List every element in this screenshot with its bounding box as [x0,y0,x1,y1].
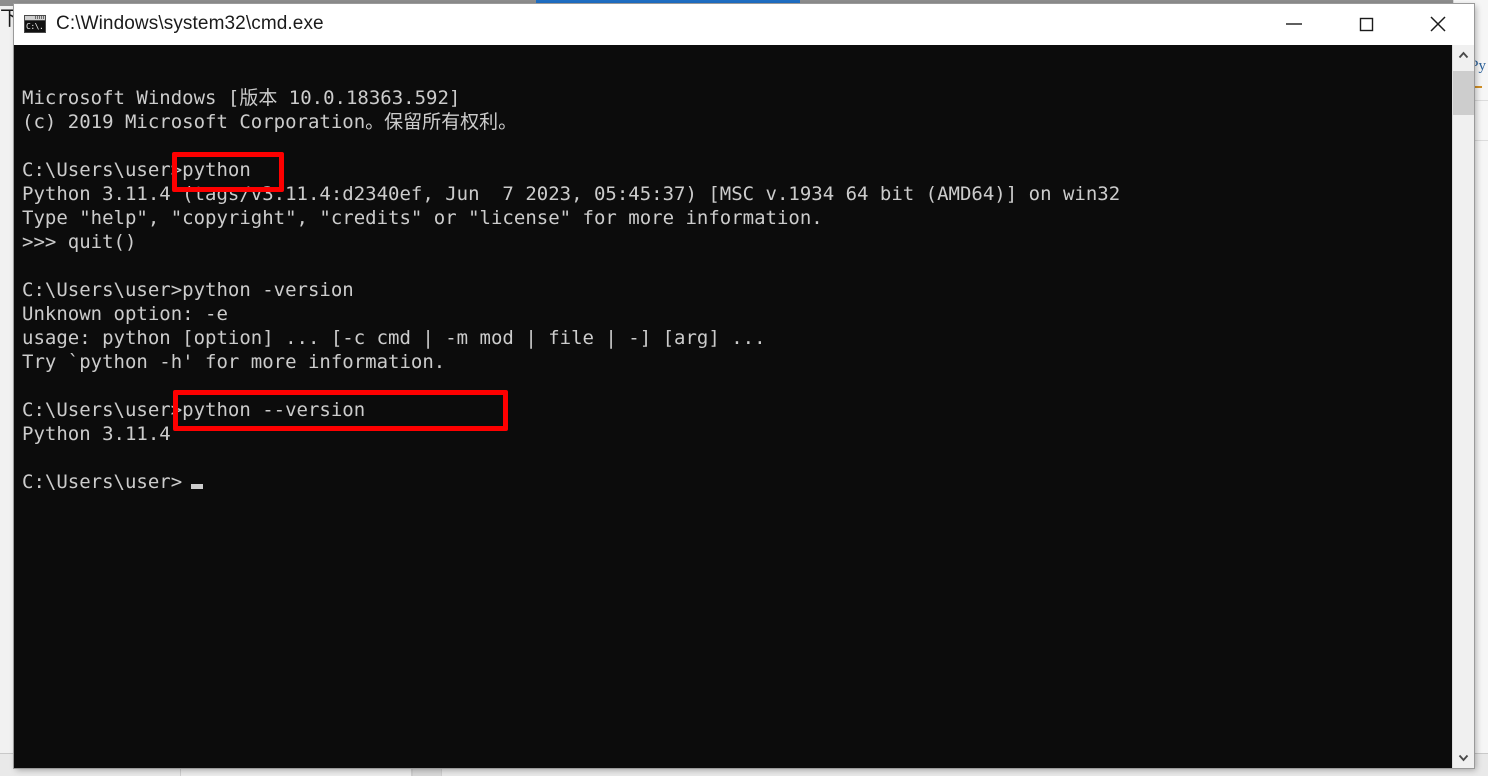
chevron-up-icon [1458,51,1469,59]
minimize-button[interactable] [1258,4,1330,44]
scrollbar-up-button[interactable] [1453,45,1474,66]
cmd-icon: C:\. [24,15,46,33]
maximize-icon [1359,17,1374,32]
scrollbar-down-button[interactable] [1453,747,1474,768]
minimize-icon [1286,23,1302,25]
highlight-python-version-command [173,390,508,431]
maximize-button[interactable] [1330,4,1402,44]
cmd-icon-prompt: C:\. [25,21,45,32]
close-icon [1430,16,1446,32]
close-button[interactable] [1402,4,1474,44]
cmd-window: C:\. C:\Windows\system32\cmd.exe Microso… [14,4,1474,768]
console-output-area[interactable]: Microsoft Windows [版本 10.0.18363.592] (c… [14,45,1474,768]
scrollbar-thumb[interactable] [1453,71,1474,115]
console-scrollbar[interactable] [1452,45,1474,768]
screen: 下 Py C:\. C:\Windows\system32\cmd.exe Mi… [0,0,1488,776]
window-title: C:\Windows\system32\cmd.exe [56,13,324,34]
highlight-python-command [172,152,284,192]
cmd-icon-dots [35,16,44,19]
window-titlebar[interactable]: C:\. C:\Windows\system32\cmd.exe [14,4,1474,45]
window-controls [1258,4,1474,44]
console-text: Microsoft Windows [版本 10.0.18363.592] (c… [22,87,1121,493]
chevron-down-icon [1458,754,1469,762]
console-cursor [191,484,203,489]
